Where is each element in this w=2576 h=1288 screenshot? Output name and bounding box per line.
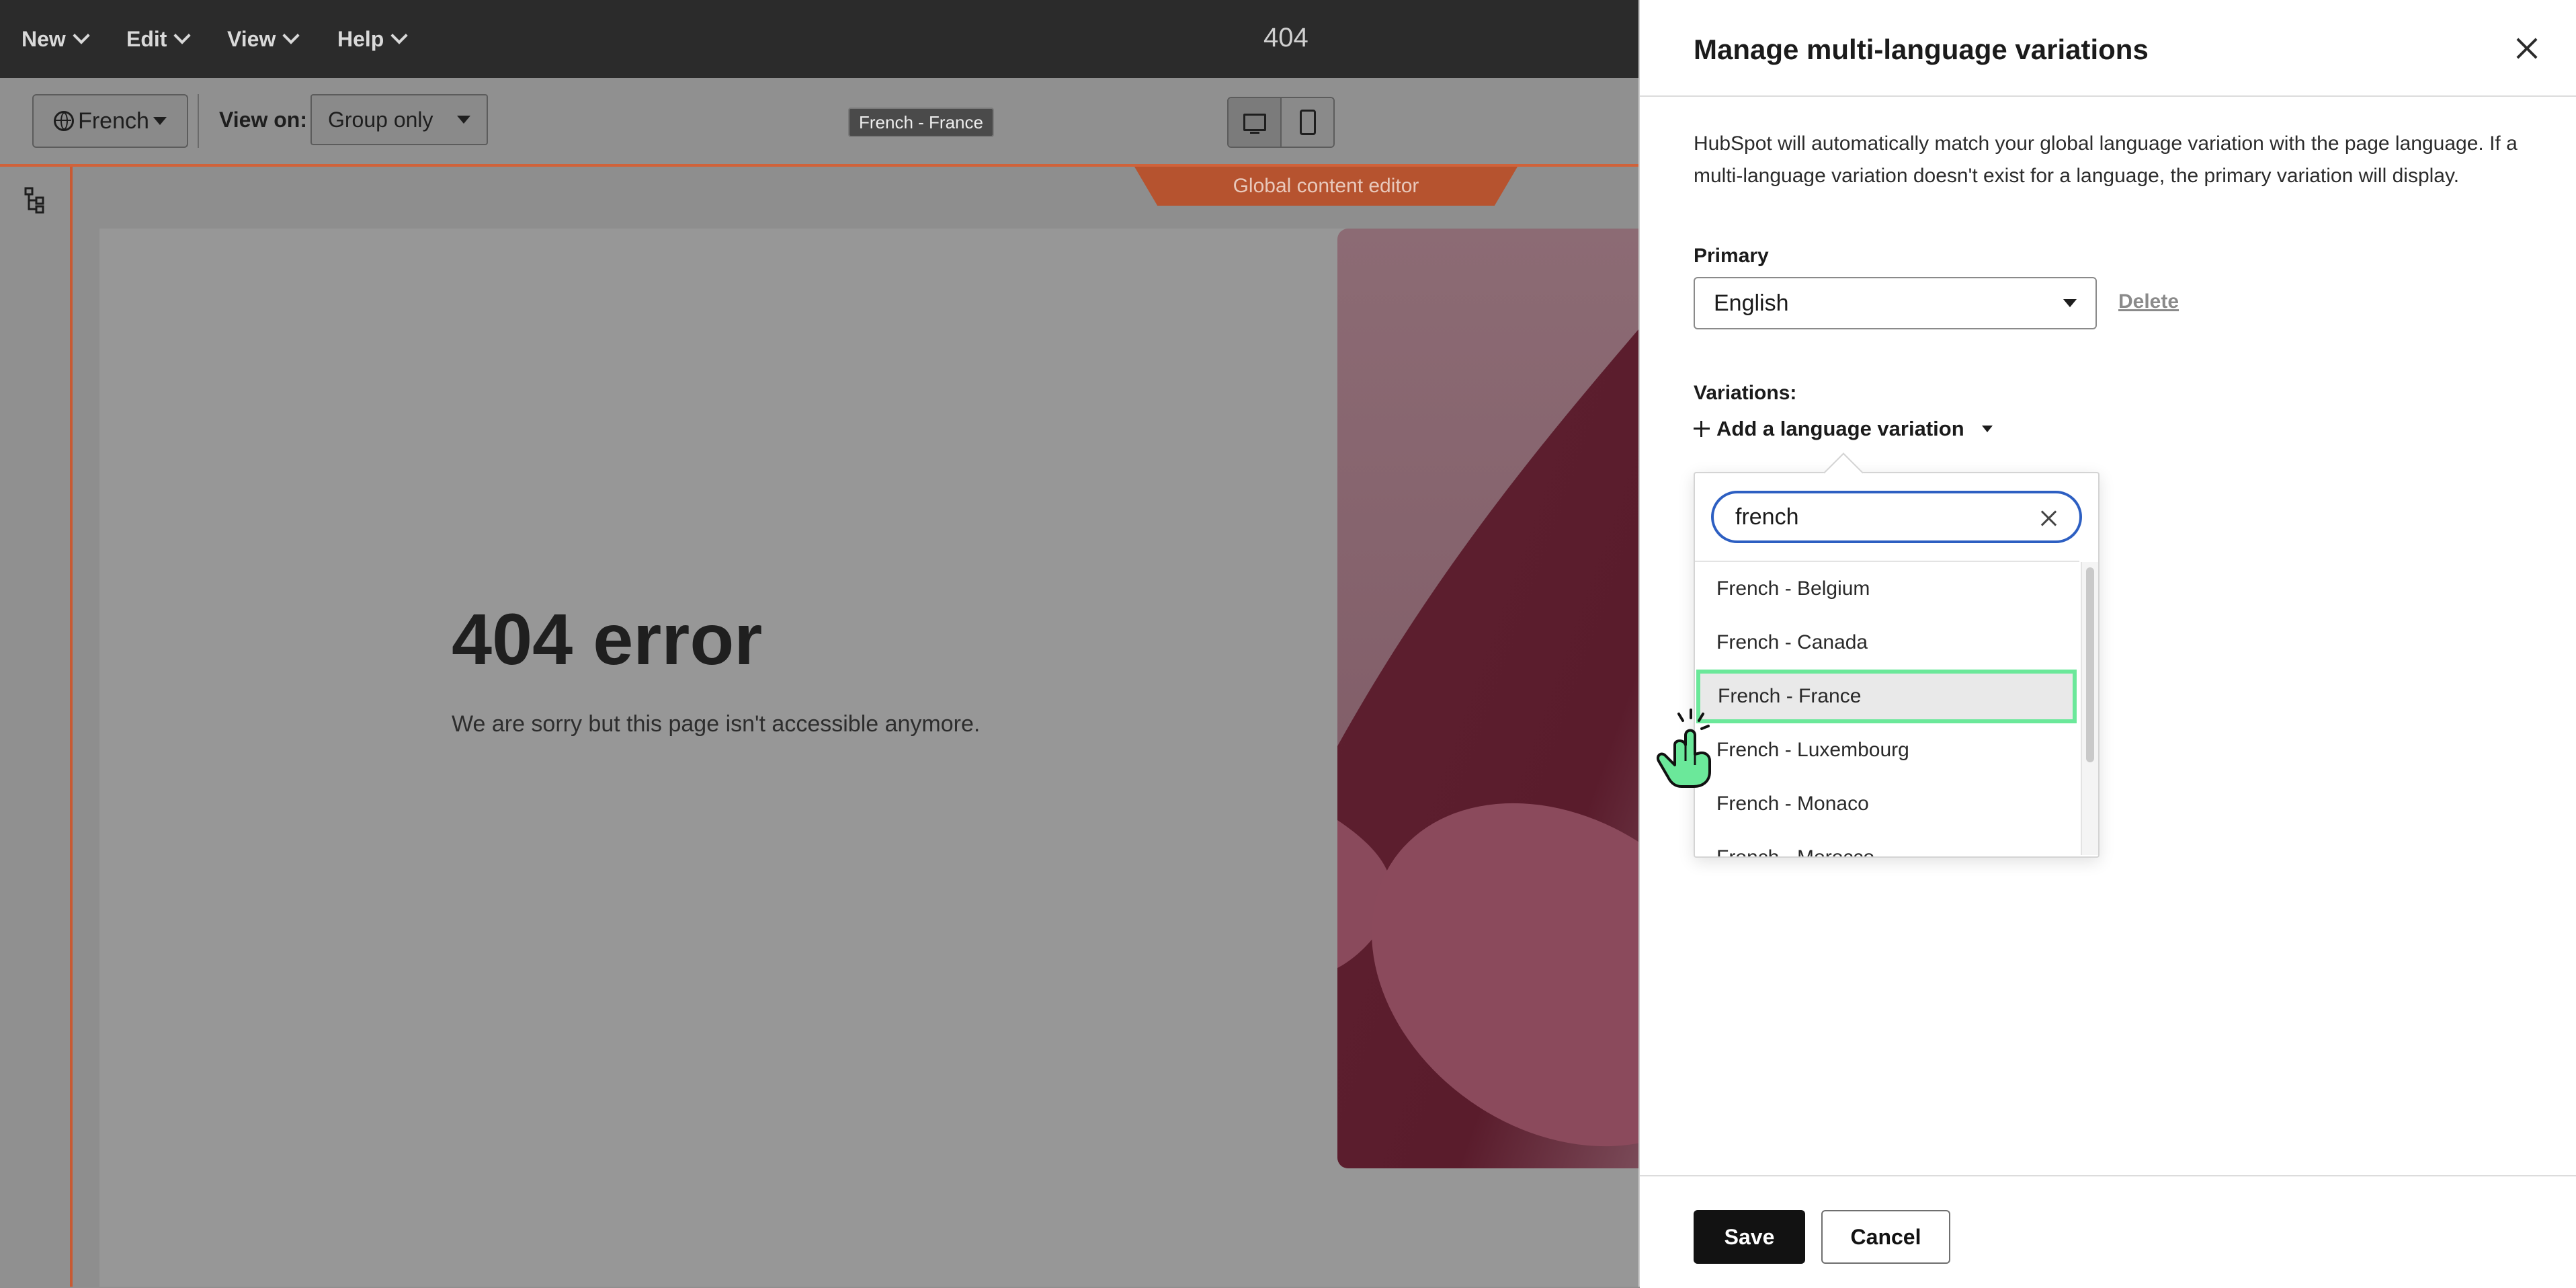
pointer-hand-icon <box>1657 709 1711 788</box>
caret-down-icon <box>457 116 470 124</box>
panel-footer: Save Cancel <box>1640 1175 2576 1288</box>
list-item[interactable]: French - Morocco <box>1695 831 2079 856</box>
menu-help-label: Help <box>337 26 384 51</box>
option-label: French - France <box>1718 685 1862 707</box>
save-button[interactable]: Save <box>1694 1210 1805 1264</box>
menu-new[interactable]: New <box>22 24 90 54</box>
language-switcher-button[interactable]: French <box>32 94 188 148</box>
error-message: We are sorry but this page isn't accessi… <box>452 711 981 737</box>
chevron-down-icon <box>282 27 300 44</box>
mobile-icon <box>1299 110 1316 135</box>
editor-menubar: New Edit View Help 404 <box>0 0 1638 78</box>
mobile-preview-button[interactable] <box>1282 98 1333 147</box>
language-search-field[interactable] <box>1711 491 2082 543</box>
language-search-input[interactable] <box>1734 503 2032 531</box>
menu-view[interactable]: View <box>227 24 300 54</box>
list-item[interactable]: French - Canada <box>1695 616 2079 670</box>
view-on-select[interactable]: Group only <box>310 94 488 145</box>
list-item[interactable]: French - Luxembourg <box>1695 723 2079 777</box>
caret-down-icon <box>1981 426 1993 432</box>
language-switcher-label: French <box>78 108 149 134</box>
globe-icon <box>54 111 75 131</box>
multi-language-panel: Manage multi-language variations HubSpot… <box>1638 0 2576 1288</box>
options-scrollbar[interactable] <box>2081 562 2098 855</box>
view-on-value: Group only <box>328 107 433 132</box>
chevron-down-icon <box>390 27 409 44</box>
error-heading: 404 error <box>452 598 763 680</box>
panel-title: Manage multi-language variations <box>1694 34 2149 65</box>
menu-new-label: New <box>22 26 66 51</box>
language-tooltip: French - France <box>848 108 994 137</box>
editor-toolbar: French View on: Group only French - Fran… <box>0 78 1638 167</box>
menu-edit-label: Edit <box>126 26 167 51</box>
desktop-icon <box>1243 114 1266 134</box>
menu-edit[interactable]: Edit <box>126 24 192 54</box>
page-title: 404 <box>1263 23 1308 52</box>
variations-label: Variations: <box>1694 382 1797 404</box>
chevron-down-icon <box>73 27 90 44</box>
add-language-variation-label: Add a language variation <box>1716 417 1964 440</box>
chevron-down-icon <box>173 27 192 44</box>
add-language-variation-button[interactable]: Add a language variation <box>1694 415 1993 442</box>
desktop-preview-button[interactable] <box>1229 98 1282 147</box>
panel-header: Manage multi-language variations <box>1640 0 2576 97</box>
cancel-button[interactable]: Cancel <box>1821 1210 1950 1264</box>
view-on-label: View on: <box>219 108 307 132</box>
list-item[interactable]: French - Monaco <box>1695 777 2079 831</box>
list-item[interactable]: French - France <box>1696 670 2077 723</box>
option-label: French - Morocco <box>1716 846 1874 856</box>
close-icon[interactable] <box>2513 35 2540 62</box>
caret-down-icon <box>2063 299 2077 307</box>
option-label: French - Monaco <box>1716 793 1869 815</box>
language-dropdown: French - Belgium French - Canada French … <box>1694 452 2100 858</box>
page-tree-icon[interactable] <box>24 187 46 214</box>
menu-help[interactable]: Help <box>337 24 409 54</box>
option-label: French - Canada <box>1716 631 1868 653</box>
left-rail <box>0 167 73 1287</box>
hero-image <box>1337 229 1638 1168</box>
primary-language-value: English <box>1714 290 1789 316</box>
menu-view-label: View <box>227 26 276 51</box>
toolbar-divider <box>198 94 199 148</box>
primary-label: Primary <box>1694 245 1769 267</box>
clear-search-icon[interactable] <box>2040 510 2058 527</box>
caret-down-icon <box>153 117 167 125</box>
list-item[interactable]: French - Belgium <box>1695 562 2079 616</box>
option-label: French - Belgium <box>1716 577 1870 600</box>
panel-description: HubSpot will automatically match your gl… <box>1694 132 2518 187</box>
plus-icon <box>1694 421 1710 437</box>
global-content-editor-tab[interactable]: Global content editor <box>1134 167 1518 206</box>
scroll-thumb[interactable] <box>2086 567 2094 762</box>
primary-language-select[interactable]: English <box>1694 277 2097 329</box>
option-label: French - Luxembourg <box>1716 739 1909 761</box>
device-preview-toggle <box>1227 97 1335 148</box>
dropdown-pointer <box>1823 452 1864 493</box>
delete-link[interactable]: Delete <box>2118 290 2179 313</box>
language-options-list: French - Belgium French - Canada French … <box>1695 561 2079 856</box>
